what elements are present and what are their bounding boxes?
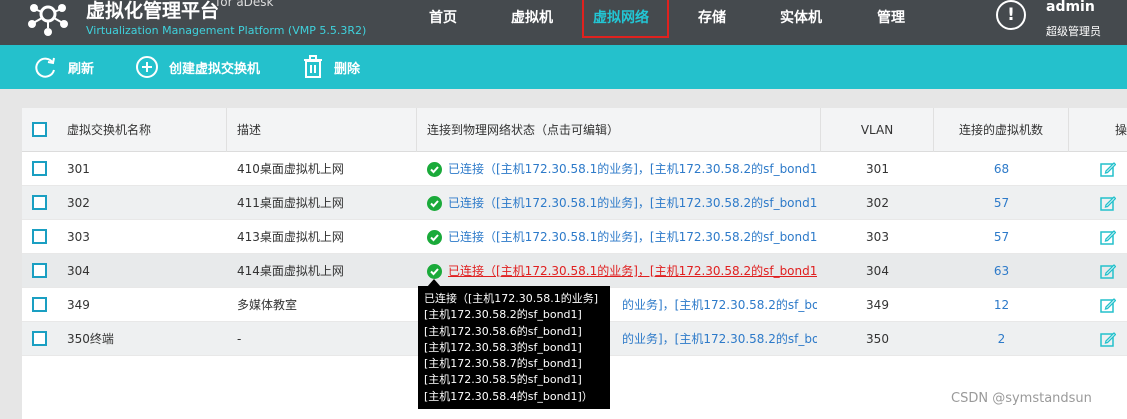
tooltip-line: 已连接（[主机172.30.58.1的业务]: [424, 292, 599, 305]
check-circle-icon: [427, 161, 442, 177]
col-header-name[interactable]: 虚拟交换机名称: [57, 108, 227, 152]
vm-count-link[interactable]: 63: [934, 254, 1069, 288]
table-row[interactable]: 301 410桌面虚拟机上网 已连接（[主机172.30.58.1的业务]，[主…: [22, 152, 1127, 186]
connection-status-link[interactable]: 已连接（[主机172.30.58.1的业务]，[主机172.30.58.2的sf…: [448, 220, 817, 254]
refresh-button[interactable]: 刷新: [33, 45, 94, 89]
top-header: 虚拟化管理平台 for aDesk Virtualization Managem…: [0, 0, 1127, 45]
vm-count-link[interactable]: 68: [934, 152, 1069, 186]
edit-icon[interactable]: [1100, 331, 1116, 347]
nav-storage[interactable]: 存储: [698, 7, 726, 27]
connection-status[interactable]: 已连接（[主机172.30.58.1的业务]，[主机172.30.58.2的sf…: [427, 220, 817, 254]
alert-icon[interactable]: !: [996, 0, 1026, 30]
nav-management[interactable]: 管理: [877, 7, 905, 27]
vlan-value: 304: [866, 264, 889, 278]
user-name[interactable]: admin: [1046, 0, 1095, 15]
vswitch-name: 303: [67, 230, 90, 244]
check-circle-icon: [427, 229, 442, 245]
select-all-checkbox[interactable]: [32, 122, 47, 137]
edit-icon[interactable]: [1100, 297, 1116, 313]
col-header-vm-count[interactable]: 连接的虚拟机数: [934, 108, 1069, 152]
check-circle-icon: [427, 195, 442, 211]
edit-icon[interactable]: [1100, 229, 1116, 245]
tooltip-line: [主机172.30.58.3的sf_bond1]: [424, 340, 582, 354]
tooltip-line: [主机172.30.58.4的sf_bond1]）: [424, 389, 593, 403]
vm-count-link[interactable]: 57: [934, 220, 1069, 254]
row-checkbox[interactable]: [32, 331, 47, 346]
check-circle-icon: [427, 263, 442, 279]
nav-home[interactable]: 首页: [429, 7, 457, 27]
vswitch-description: 411桌面虚拟机上网: [237, 196, 344, 210]
table-row[interactable]: 303 413桌面虚拟机上网 已连接（[主机172.30.58.1的业务]，[主…: [22, 220, 1127, 254]
connection-status-link[interactable]: 已连接（[主机172.30.58.1的业务]，[主机172.30.58.2的sf…: [448, 152, 817, 186]
connection-status-link[interactable]: 已连接（[主机172.30.58.1的业务]，[主机172.30.58.2的sf…: [448, 254, 817, 288]
row-checkbox[interactable]: [32, 229, 47, 244]
nav-virtual-machines[interactable]: 虚拟机: [511, 7, 553, 27]
create-vswitch-button[interactable]: 创建虚拟交换机: [135, 45, 260, 89]
vlan-value: 302: [866, 196, 889, 210]
row-checkbox[interactable]: [32, 263, 47, 278]
connection-status-link[interactable]: 的业务]，[主机172.30.58.2的sf_bond1...: [622, 288, 817, 322]
connection-status[interactable]: 已连接（[主机172.30.58.1的业务]，[主机172.30.58.2的sf…: [427, 254, 817, 288]
vswitch-description: 410桌面虚拟机上网: [237, 162, 344, 176]
trash-icon: [304, 55, 322, 78]
table-row[interactable]: 304 414桌面虚拟机上网 已连接（[主机172.30.58.1的业务]，[主…: [22, 254, 1127, 288]
connection-status[interactable]: 已连接（[主机172.30.58.1的业务]，[主机172.30.58.2的sf…: [427, 152, 817, 186]
vswitch-name: 349: [67, 298, 90, 312]
vswitch-name: 302: [67, 196, 90, 210]
app-title: 虚拟化管理平台: [86, 0, 220, 22]
vlan-value: 303: [866, 230, 889, 244]
create-vswitch-label: 创建虚拟交换机: [169, 61, 261, 77]
tooltip-line: [主机172.30.58.7的sf_bond1]: [424, 357, 582, 371]
refresh-label: 刷新: [68, 61, 95, 77]
vswitch-description: 414桌面虚拟机上网: [237, 264, 344, 278]
row-checkbox[interactable]: [32, 161, 47, 176]
connection-status[interactable]: 的业务]，[主机172.30.58.2的sf_bond1...: [622, 322, 817, 356]
tooltip-line: [主机172.30.58.2的sf_bond1]: [424, 308, 582, 322]
active-nav-highlight: [582, 0, 669, 38]
delete-button[interactable]: 删除: [302, 45, 360, 89]
row-checkbox[interactable]: [32, 297, 47, 312]
edit-icon[interactable]: [1100, 195, 1116, 211]
col-header-vlan[interactable]: VLAN: [821, 108, 934, 152]
nav-physical-hosts[interactable]: 实体机: [780, 7, 822, 27]
col-header-actions: 操: [1114, 123, 1127, 137]
app-title-suffix: for aDesk: [216, 0, 274, 9]
table-header: 虚拟交换机名称 描述 连接到物理网络状态（点击可编辑） VLAN 连接的虚拟机数…: [22, 108, 1127, 152]
vswitch-description: -: [237, 332, 242, 346]
toolbar: 刷新 创建虚拟交换机 删除: [0, 45, 1127, 89]
delete-label: 删除: [334, 61, 361, 77]
edit-icon[interactable]: [1100, 161, 1116, 177]
col-header-description[interactable]: 描述: [227, 108, 417, 152]
vm-count-link[interactable]: 2: [934, 322, 1069, 356]
user-role: 超级管理员: [1046, 25, 1101, 38]
connection-tooltip: 已连接（[主机172.30.58.1的业务] [主机172.30.58.2的sf…: [418, 286, 610, 409]
vlan-value: 301: [866, 162, 889, 176]
vlan-value: 349: [866, 298, 889, 312]
vswitch-name: 350终端: [67, 332, 114, 346]
logo-icon: [28, 4, 68, 36]
watermark: CSDN @symstandsun: [951, 391, 1092, 406]
edit-icon[interactable]: [1100, 263, 1116, 279]
vm-count-link[interactable]: 57: [934, 186, 1069, 220]
refresh-icon: [35, 57, 55, 78]
row-checkbox[interactable]: [32, 195, 47, 210]
add-circle-icon: [136, 56, 158, 78]
connection-status-link[interactable]: 已连接（[主机172.30.58.1的业务]，[主机172.30.58.2的sf…: [448, 186, 817, 220]
vswitch-name: 304: [67, 264, 90, 278]
tooltip-line: [主机172.30.58.5的sf_bond1]: [424, 373, 582, 387]
table-row[interactable]: 302 411桌面虚拟机上网 已连接（[主机172.30.58.1的业务]，[主…: [22, 186, 1127, 220]
col-header-connection-status[interactable]: 连接到物理网络状态（点击可编辑）: [417, 108, 821, 152]
connection-status[interactable]: 已连接（[主机172.30.58.1的业务]，[主机172.30.58.2的sf…: [427, 186, 817, 220]
tooltip-line: [主机172.30.58.6的sf_bond1]: [424, 324, 582, 338]
app-subtitle: Virtualization Management Platform (VMP …: [86, 24, 367, 37]
vlan-value: 350: [866, 332, 889, 346]
vswitch-name: 301: [67, 162, 90, 176]
vm-count-link[interactable]: 12: [934, 288, 1069, 322]
connection-status[interactable]: 的业务]，[主机172.30.58.2的sf_bond1...: [622, 288, 817, 322]
vswitch-description: 多媒体教室: [237, 298, 298, 312]
vswitch-description: 413桌面虚拟机上网: [237, 230, 344, 244]
connection-status-link[interactable]: 的业务]，[主机172.30.58.2的sf_bond1...: [622, 322, 817, 356]
